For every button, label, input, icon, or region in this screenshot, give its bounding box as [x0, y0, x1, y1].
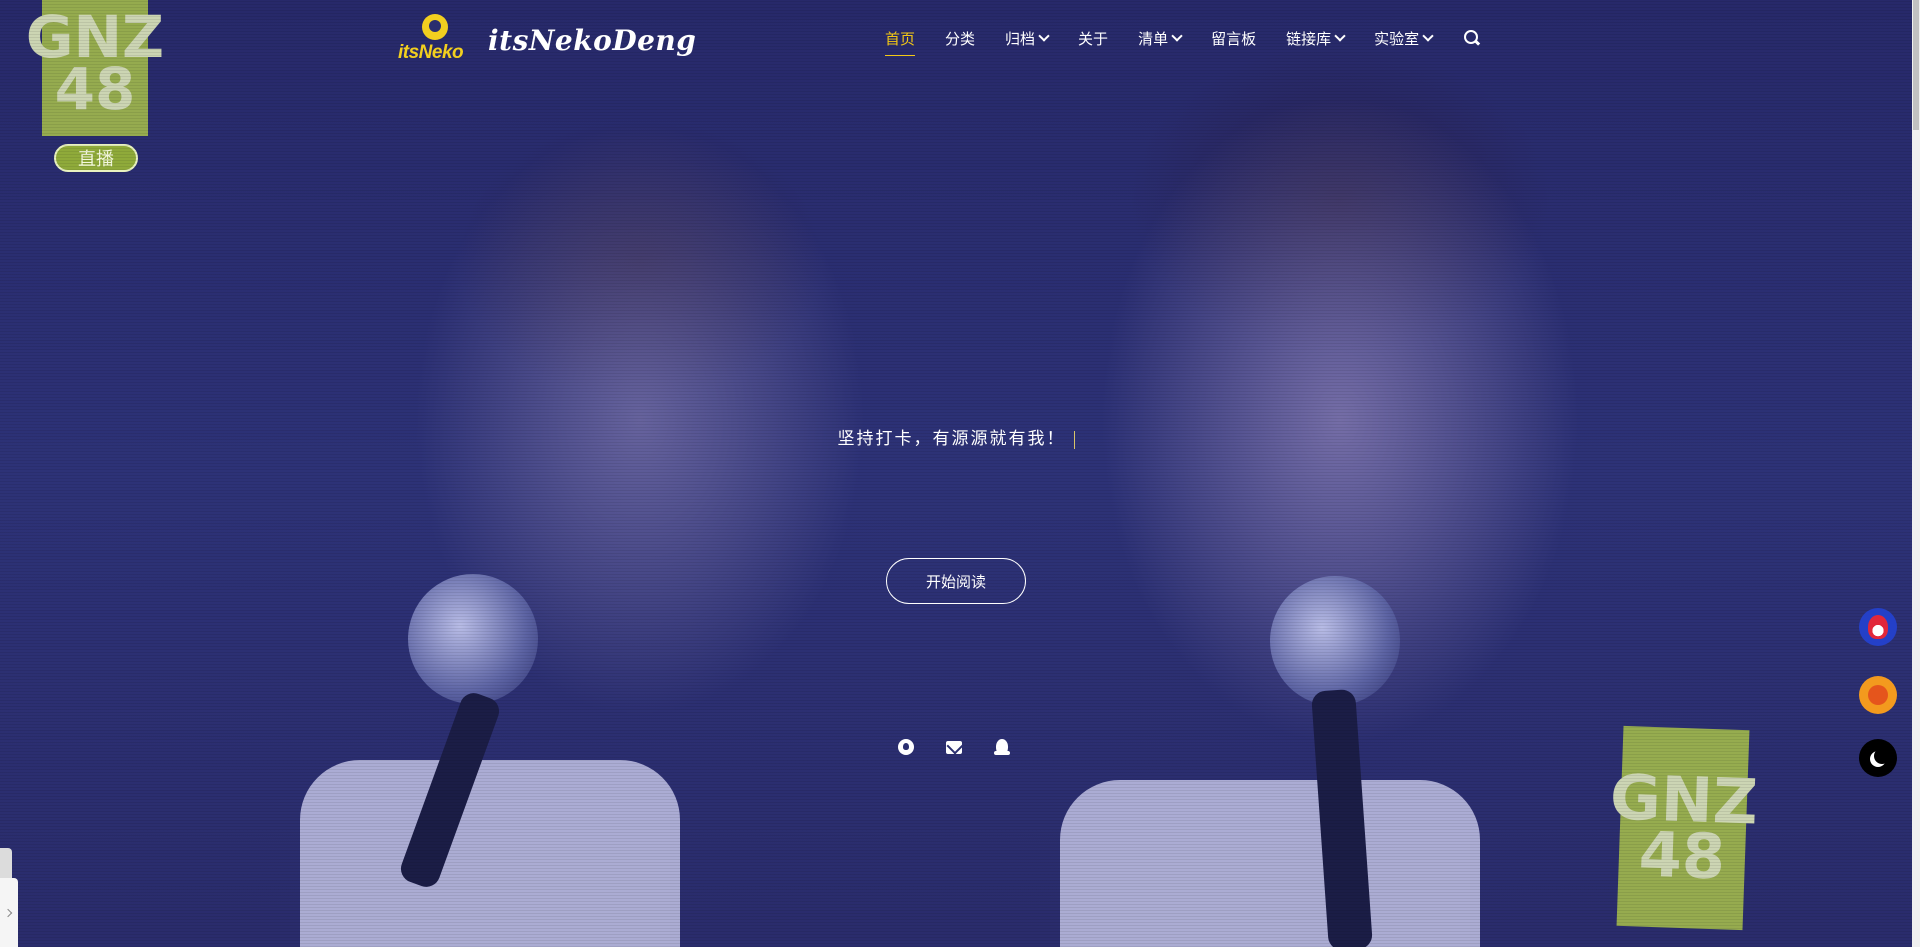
brand-title[interactable]: itsNekoDeng — [488, 24, 696, 57]
live-tag: 直播 — [54, 144, 138, 172]
qq-icon[interactable] — [994, 739, 1010, 755]
side-panel-toggle[interactable] — [0, 878, 18, 947]
orange-icon[interactable] — [1859, 676, 1897, 714]
santa-icon[interactable] — [1859, 608, 1897, 646]
performer-shoulder-right — [1060, 780, 1480, 947]
nav-item-label: 留言板 — [1211, 29, 1257, 48]
chevron-down-icon — [1422, 30, 1434, 42]
brand[interactable]: itsNeko itsNekoDeng — [398, 14, 696, 66]
nav-item-label: 实验室 — [1374, 29, 1420, 48]
microphone-handle-left — [397, 689, 503, 891]
search-icon — [1464, 30, 1480, 46]
nav-item-label: 分类 — [945, 29, 976, 48]
github-icon[interactable] — [898, 739, 914, 755]
badge-line-2: 48 — [54, 55, 136, 123]
social-links — [898, 739, 1010, 755]
nav-item-search[interactable] — [1462, 22, 1480, 54]
nav-item-label: 首页 — [885, 29, 916, 48]
moon-icon[interactable] — [1859, 739, 1897, 777]
start-reading-button[interactable]: 开始阅读 — [886, 558, 1026, 604]
hero-tagline: 坚持打卡，有源源就有我！ — [0, 424, 1912, 449]
microphone-handle-right — [1310, 688, 1374, 947]
chevron-down-icon — [1038, 30, 1050, 42]
cat-logo-icon — [422, 14, 448, 40]
badge-line-1: GNZ — [1608, 760, 1760, 839]
nav-item-label: 关于 — [1078, 29, 1109, 48]
page-scrollbar-thumb[interactable] — [1913, 0, 1919, 130]
nav-item-guestbook[interactable]: 留言板 — [1211, 22, 1256, 54]
site-header: itsNeko itsNekoDeng 首页 分类 归档 关于 清单 留言板 链… — [0, 0, 1912, 70]
microphone-right — [1270, 576, 1400, 706]
brand-logo[interactable]: itsNeko — [398, 14, 474, 66]
nav-item-label: 清单 — [1138, 29, 1169, 48]
side-panel-handle[interactable] — [0, 848, 12, 878]
nav-item-links[interactable]: 链接库 — [1286, 22, 1346, 54]
nav-item-about[interactable]: 关于 — [1078, 22, 1108, 54]
nav-item-home[interactable]: 首页 — [885, 22, 916, 56]
typing-cursor — [1073, 430, 1075, 449]
nav-item-lab[interactable]: 实验室 — [1374, 22, 1434, 54]
tagline-text: 坚持打卡，有源源就有我！ — [837, 429, 1066, 449]
nav-item-label: 归档 — [1005, 29, 1036, 48]
microphone-left — [408, 574, 538, 704]
gnz48-badge-bottom: GNZ 48 — [1609, 725, 1759, 931]
chevron-down-icon — [1334, 30, 1346, 42]
brand-wordmark: itsNeko — [398, 42, 464, 63]
page-scrollbar-track[interactable] — [1912, 0, 1920, 947]
main-nav: 首页 分类 归档 关于 清单 留言板 链接库 实验室 — [885, 22, 1480, 56]
performer-shoulder-left — [300, 760, 680, 947]
chevron-right-icon — [3, 908, 13, 917]
nav-item-archive[interactable]: 归档 — [1005, 22, 1050, 54]
nav-item-categories[interactable]: 分类 — [945, 22, 975, 54]
nav-item-label: 链接库 — [1286, 29, 1332, 48]
hero-background: GNZ 48 直播 GNZ 48 — [0, 0, 1912, 947]
nav-item-list[interactable]: 清单 — [1138, 22, 1183, 54]
badge-line-2: 48 — [1637, 817, 1727, 894]
chevron-down-icon — [1171, 30, 1183, 42]
mail-icon[interactable] — [946, 741, 962, 754]
